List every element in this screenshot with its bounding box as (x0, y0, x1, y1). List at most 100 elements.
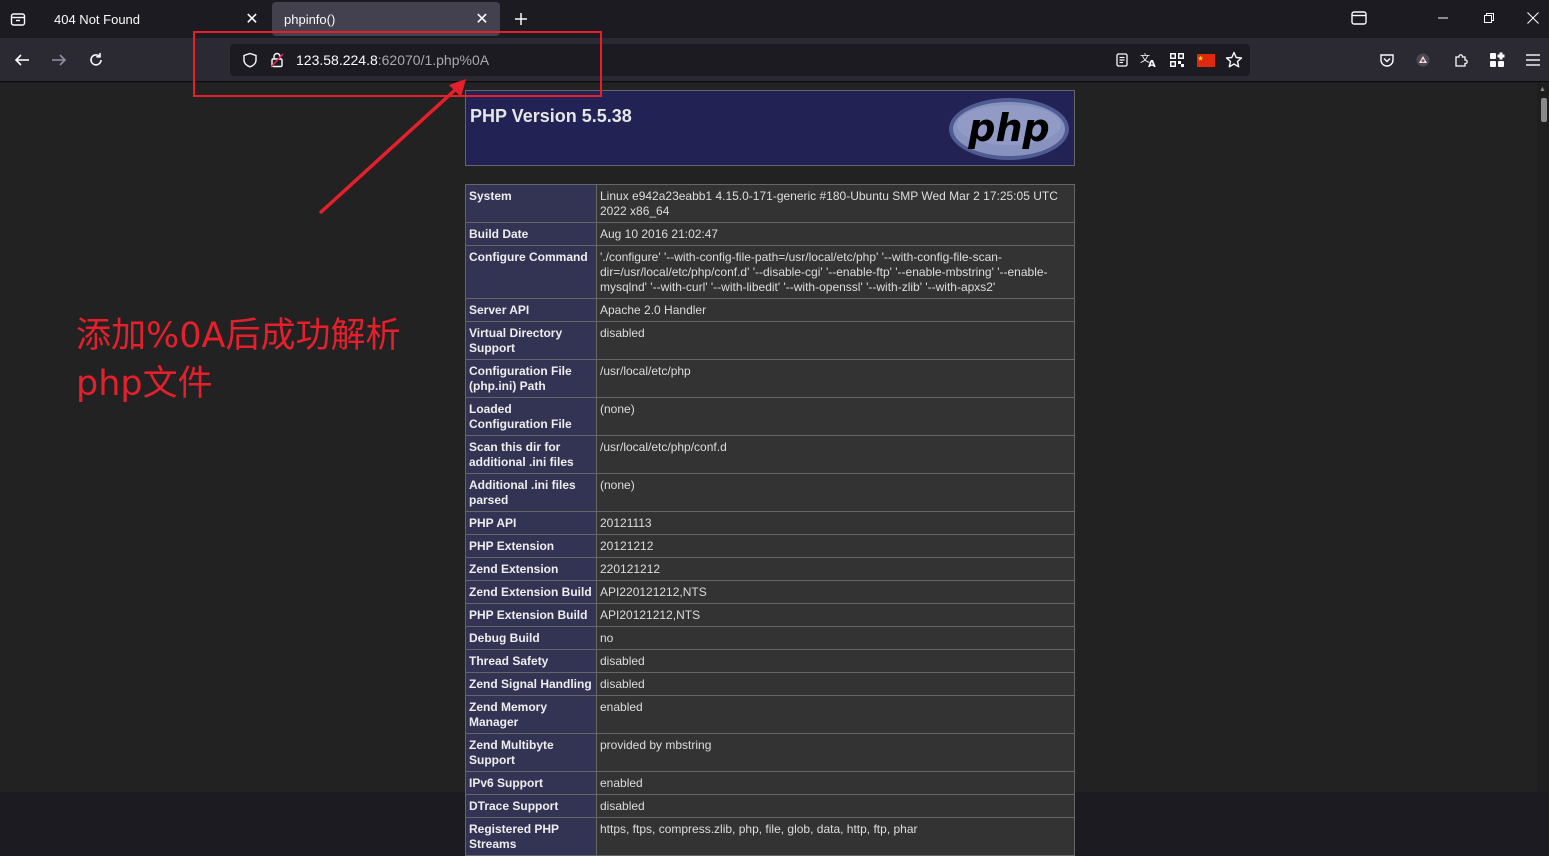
menu-button[interactable] (1518, 45, 1548, 75)
tab-title: phpinfo() (284, 11, 336, 27)
close-window-button[interactable] (1510, 0, 1549, 36)
row-value: enabled (596, 695, 1075, 734)
table-row: Zend Extension Build API220121212,NTS (465, 580, 1075, 604)
vertical-scrollbar[interactable] (1537, 83, 1549, 792)
row-value: provided by mbstring (596, 733, 1075, 772)
back-button[interactable] (7, 45, 37, 75)
extension-logo-icon (1416, 53, 1430, 67)
table-row: System Linux e942a23eabb1 4.15.0-171-gene… (465, 184, 1075, 223)
plus-icon (515, 13, 527, 25)
firefox-view-button[interactable] (1336, 0, 1382, 36)
row-key: PHP API (465, 511, 597, 535)
apps-button[interactable] (1482, 45, 1512, 75)
row-value: Aug 10 2016 21:02:47 (596, 222, 1075, 246)
row-key: Additional .ini files parsed (465, 473, 597, 512)
row-key: Zend Signal Handling (465, 672, 597, 696)
row-key: Zend Extension (465, 557, 597, 581)
url-highlight-box (193, 31, 602, 97)
row-key: DTrace Support (465, 794, 597, 818)
tab-title: 404 Not Found (54, 11, 141, 27)
row-key: Zend Multibyte Support (465, 733, 597, 772)
bookmark-star-icon[interactable] (1224, 50, 1244, 70)
php-version-header: PHP Version 5.5.38 php (465, 90, 1075, 166)
reload-icon (90, 53, 102, 66)
table-row: Zend Extension 220121212 (465, 557, 1075, 581)
table-row: Virtual Directory Support disabled (465, 321, 1075, 360)
restore-button[interactable] (1466, 0, 1512, 36)
minimize-icon (1438, 17, 1448, 19)
row-key: Scan this dir for additional .ini files (465, 435, 597, 474)
php-version-title: PHP Version 5.5.38 (470, 106, 632, 126)
translate-icon[interactable]: 文 A (1139, 50, 1159, 70)
row-key: Server API (465, 298, 597, 322)
close-tab-button[interactable]: ✕ (468, 5, 496, 33)
pocket-button[interactable] (1372, 45, 1402, 75)
extension-button[interactable] (1408, 45, 1438, 75)
row-value: API20121212,NTS (596, 603, 1075, 627)
row-key: Zend Memory Manager (465, 695, 597, 734)
scroll-up-arrow-icon[interactable]: ▲ (1539, 86, 1547, 94)
reload-button[interactable] (81, 45, 111, 75)
qr-code-icon[interactable] (1167, 50, 1187, 70)
table-row: Build Date Aug 10 2016 21:02:47 (465, 222, 1075, 246)
table-row: Configure Command './configure' '--with-c… (465, 245, 1075, 299)
forward-button[interactable] (44, 45, 74, 75)
pocket-icon (1380, 54, 1394, 67)
row-value: disabled (596, 672, 1075, 696)
arrow-right-icon (52, 54, 67, 66)
row-value: /usr/local/etc/php/conf.d (596, 435, 1075, 474)
row-value: enabled (596, 771, 1075, 795)
close-icon (1527, 12, 1539, 24)
php-logo-text: php (967, 106, 1049, 150)
table-row: Loaded Configuration File (none) (465, 397, 1075, 436)
table-row: Debug Build no (465, 626, 1075, 650)
row-value: 20121212 (596, 534, 1075, 558)
reader-view-icon[interactable] (1112, 50, 1132, 70)
row-key: Debug Build (465, 626, 597, 650)
table-row: Server API Apache 2.0 Handler (465, 298, 1075, 322)
arrow-left-icon (14, 54, 29, 66)
restore-icon (1484, 13, 1494, 23)
apps-grid-icon (1490, 52, 1505, 67)
table-row: Thread Safety disabled (465, 649, 1075, 673)
puzzle-icon (1455, 54, 1468, 67)
table-row: Additional .ini files parsed (none) (465, 473, 1075, 512)
row-value: /usr/local/etc/php (596, 359, 1075, 398)
annotation-text: 添加%0A后成功解析 php文件 (76, 312, 400, 408)
china-flag-icon[interactable] (1196, 50, 1216, 70)
annotation-line-1: 添加%0A后成功解析 (76, 316, 401, 356)
row-key: Zend Extension Build (465, 580, 597, 604)
table-row: PHP Extension Build API20121212,NTS (465, 603, 1075, 627)
table-row: Zend Memory Manager enabled (465, 695, 1075, 734)
row-key: Virtual Directory Support (465, 321, 597, 360)
row-key: Loaded Configuration File (465, 397, 597, 436)
tab-list-icon (10, 13, 26, 26)
table-row: PHP Extension 20121212 (465, 534, 1075, 558)
table-row: PHP API 20121113 (465, 511, 1075, 535)
scrollbar-thumb[interactable] (1541, 98, 1547, 122)
row-key: Thread Safety (465, 649, 597, 673)
phpinfo-table: System Linux e942a23eabb1 4.15.0-171-gene… (465, 184, 1075, 856)
window-icon (1351, 11, 1367, 25)
minimize-button[interactable] (1420, 0, 1466, 36)
row-key: Configure Command (465, 245, 597, 299)
new-tab-button[interactable] (506, 4, 536, 34)
extensions-button[interactable] (1446, 45, 1476, 75)
row-key: Registered PHP Streams (465, 817, 597, 856)
row-value: disabled (596, 794, 1075, 818)
table-row: Zend Signal Handling disabled (465, 672, 1075, 696)
table-row: Registered PHP Streams https, ftps, compr… (465, 817, 1075, 856)
table-row: IPv6 Support enabled (465, 771, 1075, 795)
row-value: 20121113 (596, 511, 1075, 535)
table-row: Scan this dir for additional .ini files /… (465, 435, 1075, 474)
table-row: Configuration File (php.ini) Path/usr/lo… (465, 359, 1075, 398)
row-value: Linux e942a23eabb1 4.15.0-171-generic #1… (596, 184, 1075, 223)
close-tab-button[interactable]: ✕ (238, 5, 266, 33)
table-row: DTrace Support disabled (465, 794, 1075, 818)
row-key: Configuration File (php.ini) Path (465, 359, 597, 398)
row-value: (none) (596, 397, 1075, 436)
row-value: 220121212 (596, 557, 1075, 581)
row-value: API220121212,NTS (596, 580, 1075, 604)
list-all-tabs-button[interactable] (0, 0, 36, 38)
row-key: PHP Extension Build (465, 603, 597, 627)
